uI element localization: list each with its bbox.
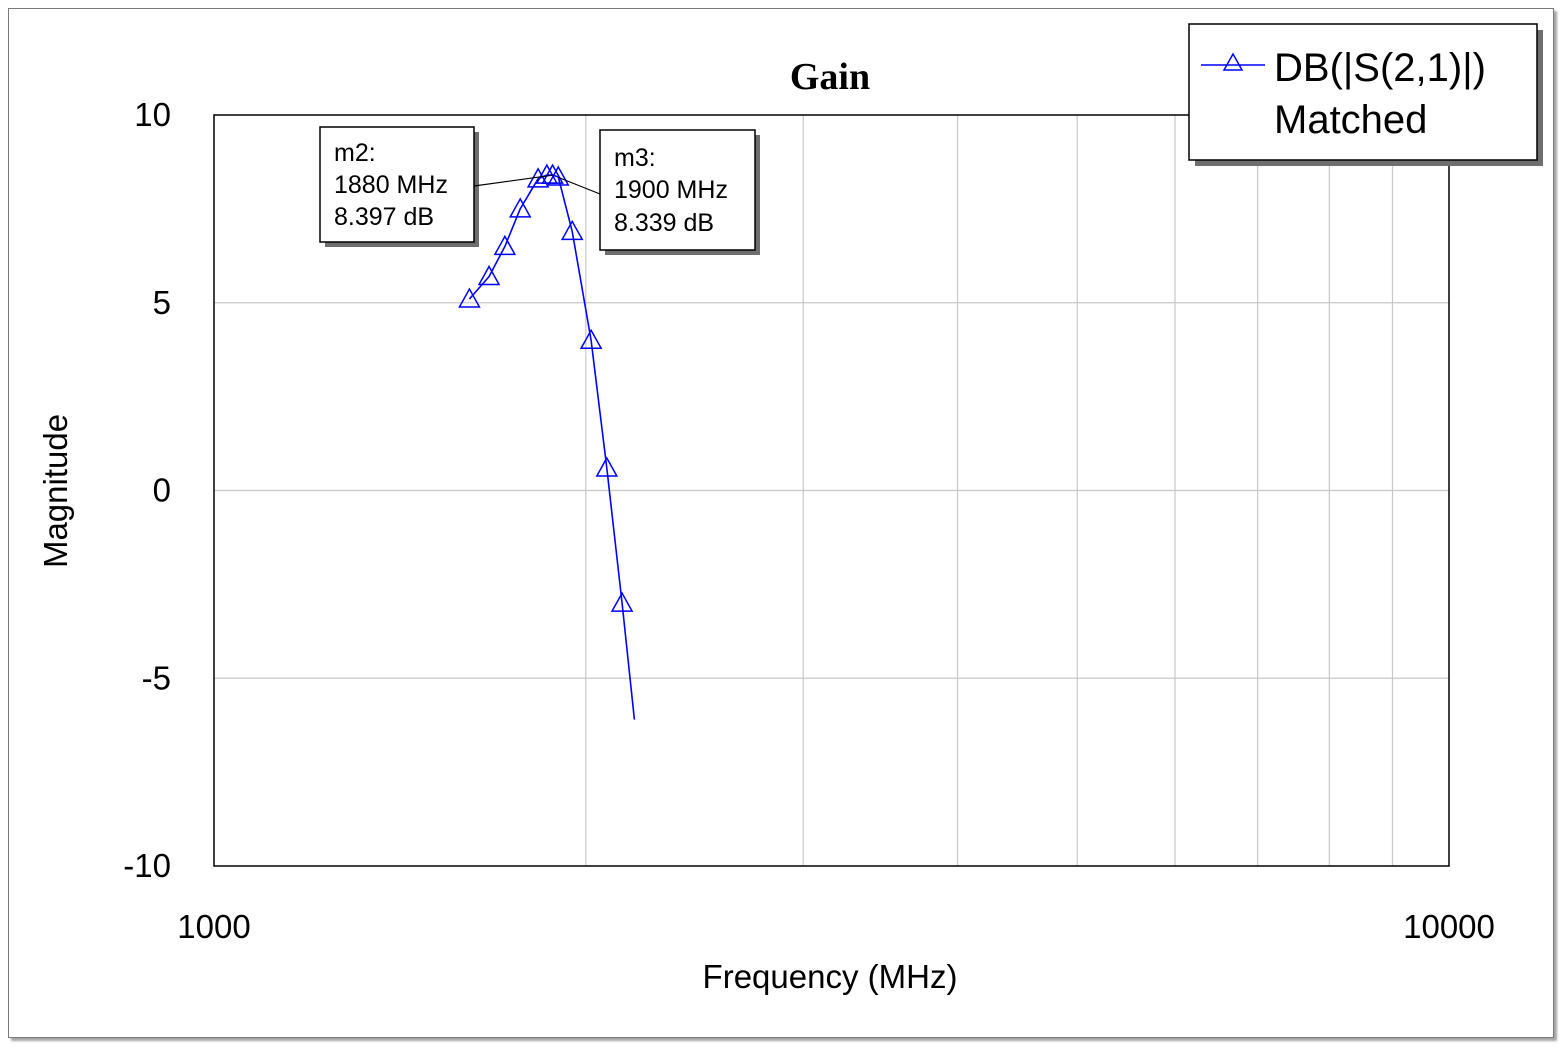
chart-title: Gain [790, 56, 870, 98]
y-tick-label: 0 [153, 472, 171, 509]
chart-frame: Gain 10 5 0 -5 -10 1000 10000 Frequency (MHz)… [8, 8, 1554, 1038]
marker-m3[interactable]: m3: 1900 MHz 8.339 dB [558, 129, 760, 255]
marker-m2-value: 8.397 dB [334, 203, 434, 231]
series-line [468, 174, 636, 720]
legend-series-name: DB(|S(2,1)|) [1274, 46, 1486, 90]
y-tick-label: -5 [142, 659, 171, 696]
marker-m3-id: m3: [614, 144, 656, 172]
x-tick-labels: 1000 10000 [177, 908, 1495, 945]
x-tick-label: 1000 [177, 908, 250, 945]
y-axis-title: Magnitude [37, 414, 74, 568]
y-tick-label: 10 [134, 96, 171, 133]
marker-m2-id: m2: [334, 139, 376, 167]
marker-m2[interactable]: m2: 1880 MHz 8.397 dB [319, 126, 553, 247]
marker-m2-freq: 1880 MHz [334, 171, 448, 199]
x-tick-label: 10000 [1403, 908, 1495, 945]
x-axis-title: Frequency (MHz) [703, 958, 958, 995]
legend-series-name-line2: Matched [1274, 98, 1427, 142]
marker-m2-leader [473, 174, 553, 187]
marker-m3-value: 8.339 dB [614, 209, 714, 237]
legend[interactable]: DB(|S(2,1)|) Matched [1188, 23, 1543, 166]
gain-chart: Gain 10 5 0 -5 -10 1000 10000 Frequency (MHz)… [37, 23, 1543, 995]
y-tick-labels: 10 5 0 -5 -10 [123, 96, 171, 884]
y-tick-label: 5 [153, 284, 171, 321]
y-tick-label: -10 [123, 847, 171, 884]
marker-m3-freq: 1900 MHz [614, 176, 728, 204]
